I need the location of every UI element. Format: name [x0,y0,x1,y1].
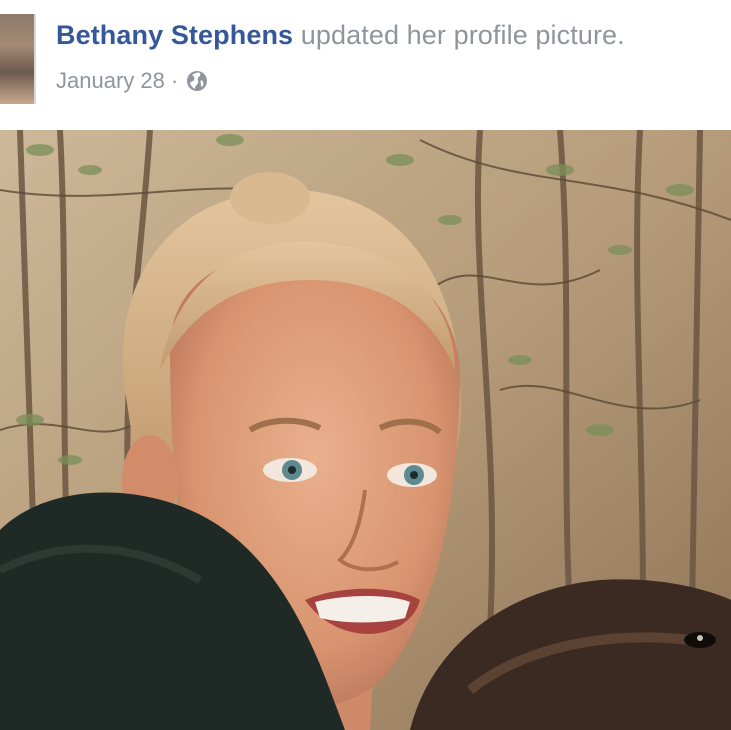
post-title-line: Bethany Stephens updated her profile pic… [56,20,625,51]
meta-separator: · [170,68,179,93]
post-date-link[interactable]: January 28 [56,68,165,94]
author-avatar[interactable] [0,14,36,104]
profile-photo[interactable] [0,130,731,730]
author-name-link[interactable]: Bethany Stephens [56,20,293,50]
post-action-text: updated her profile picture. [300,20,625,50]
post-meta: January 28 · [56,68,208,94]
avatar-frame [34,14,36,104]
post-header: Bethany Stephens updated her profile pic… [0,0,731,130]
globe-icon[interactable] [186,70,208,92]
